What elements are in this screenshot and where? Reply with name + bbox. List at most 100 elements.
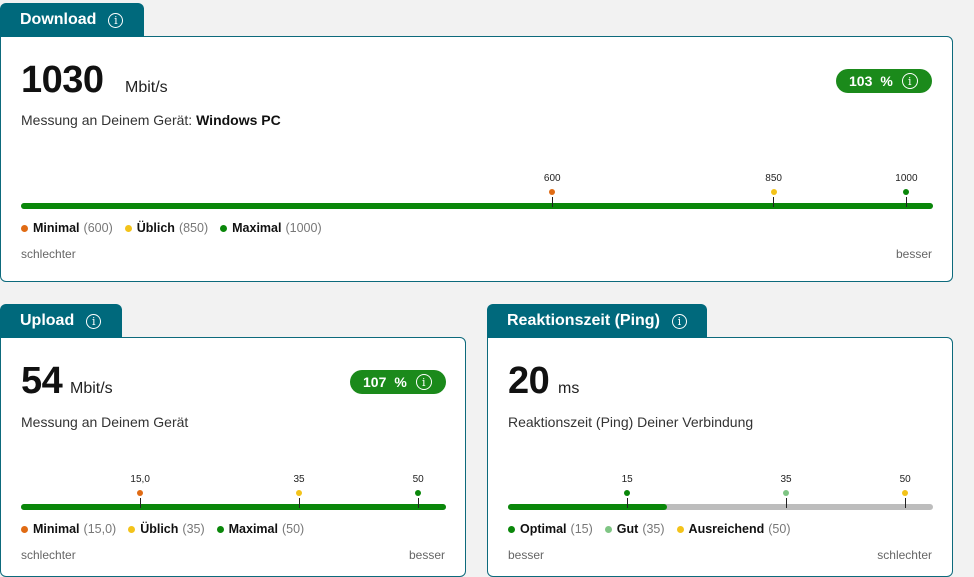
legend-name: Optimal: [520, 522, 567, 536]
legend-name: Gut: [616, 522, 639, 536]
legend-item: Optimal (15): [508, 522, 593, 536]
legend-item: Ausreichend (50): [676, 522, 791, 536]
legend-dot: [124, 224, 132, 232]
legend-name: Minimal: [33, 522, 80, 536]
marker-label: 50: [899, 474, 911, 485]
marker-label: 35: [293, 474, 305, 485]
legend-item: Minimal (15,0): [21, 522, 116, 536]
tab-ping[interactable]: Reaktionszeit (Ping) i: [487, 304, 707, 338]
upload-percent-badge: 107 % i: [350, 370, 446, 394]
legend-name: Ausreichend: [688, 522, 765, 536]
marker-label: 50: [412, 474, 424, 485]
download-device-name: Windows PC: [196, 112, 281, 128]
ping-unit: ms: [558, 380, 580, 397]
badge-percent-sign: %: [880, 73, 893, 89]
info-icon[interactable]: i: [108, 12, 124, 28]
marker-tick: [626, 498, 628, 508]
legend-name: Üblich: [140, 522, 179, 536]
tab-upload[interactable]: Upload i: [0, 304, 122, 338]
ping-legend: Optimal (15) Gut (35) Ausreichend (50): [508, 522, 803, 536]
download-description-text: Messung an Deinem Gerät:: [21, 112, 193, 128]
legend-name: Maximal: [228, 522, 278, 536]
legend-value: (15,0): [83, 522, 117, 536]
legend-item: Maximal (50): [216, 522, 305, 536]
legend-name: Maximal: [232, 221, 282, 235]
marker-dot: [624, 490, 631, 496]
marker-label: 600: [543, 173, 561, 184]
legend-value: (600): [83, 221, 113, 235]
legend-value: (35): [182, 522, 205, 536]
marker-tick: [139, 498, 141, 508]
badge-percent-sign: %: [394, 374, 407, 390]
upload-markers: 15,0 35 50: [21, 474, 446, 508]
marker-label: 35: [780, 474, 792, 485]
legend-dot: [128, 525, 136, 533]
marker-dot: [296, 490, 303, 496]
download-markers: 600 850 1000: [21, 173, 933, 207]
badge-value: 107: [363, 374, 387, 390]
download-percent-badge: 103 % i: [836, 69, 932, 93]
download-card: 1030 Mbit/s 103 % i Messung an Deinem Ge…: [0, 36, 953, 282]
legend-value: (50): [768, 522, 791, 536]
download-speed-value: 1030: [21, 59, 104, 101]
ping-description: Reaktionszeit (Ping) Deiner Verbindung: [508, 414, 754, 430]
marker-dot: [770, 189, 777, 195]
marker-tick: [417, 498, 419, 508]
tab-upload-label: Upload: [20, 312, 75, 329]
marker-label: 15,0: [130, 474, 150, 485]
info-icon[interactable]: i: [671, 313, 687, 329]
scale-right-label: besser: [895, 247, 932, 261]
legend-item: Üblich (35): [128, 522, 205, 536]
legend-name: Üblich: [136, 221, 175, 235]
tab-ping-label: Reaktionszeit (Ping): [507, 312, 660, 329]
legend-item: Maximal (1000): [220, 221, 322, 235]
marker-tick: [551, 197, 553, 207]
marker-label: 1000: [895, 173, 918, 184]
legend-dot: [21, 525, 28, 533]
marker-tick: [785, 498, 787, 508]
legend-dot: [604, 525, 612, 533]
ping-markers: 15 35 50: [508, 474, 933, 508]
marker-tick: [773, 197, 775, 207]
legend-dot: [21, 224, 28, 232]
legend-item: Gut (35): [604, 522, 665, 536]
marker-dot: [783, 490, 790, 496]
legend-name: Minimal: [33, 221, 80, 235]
legend-item: Üblich (850): [124, 221, 209, 235]
download-description: Messung an Deinem Gerät: Windows PC: [21, 112, 281, 128]
download-legend: Minimal (600) Üblich (850) Maximal (1000): [21, 221, 334, 235]
info-icon[interactable]: i: [415, 374, 432, 390]
marker-dot: [903, 189, 910, 195]
legend-dot: [216, 525, 224, 533]
legend-value: (1000): [285, 221, 322, 235]
marker-dot: [415, 490, 422, 496]
upload-description: Messung an Deinem Gerät: [21, 414, 189, 430]
marker-dot: [549, 189, 556, 195]
upload-card: 54 Mbit/s 107 % i Messung an Deinem Gerä…: [0, 337, 466, 577]
legend-value: (850): [178, 221, 209, 235]
upload-speed-value: 54: [21, 360, 63, 402]
marker-label: 850: [765, 173, 782, 184]
upload-legend: Minimal (15,0) Üblich (35) Maximal (50): [21, 522, 316, 536]
marker-dot: [137, 490, 144, 496]
scale-left-label: schlechter: [21, 247, 76, 261]
tab-download-label: Download: [20, 11, 97, 28]
marker-tick: [904, 498, 906, 508]
info-icon[interactable]: i: [86, 313, 102, 329]
legend-value: (50): [281, 522, 305, 536]
download-speed-unit: Mbit/s: [125, 79, 168, 96]
badge-value: 103: [849, 73, 873, 89]
marker-tick: [298, 498, 300, 508]
ping-value: 20: [508, 360, 550, 402]
info-icon[interactable]: i: [901, 73, 918, 89]
legend-value: (15): [570, 522, 593, 536]
upload-speed-unit: Mbit/s: [70, 380, 113, 397]
legend-dot: [220, 224, 228, 232]
marker-dot: [902, 490, 909, 496]
legend-dot: [508, 525, 515, 533]
tab-download[interactable]: Download i: [0, 3, 144, 37]
marker-tick: [905, 197, 907, 207]
legend-item: Minimal (600): [21, 221, 113, 235]
legend-dot: [676, 525, 684, 533]
ping-card: 20 ms Reaktionszeit (Ping) Deiner Verbin…: [487, 337, 953, 577]
